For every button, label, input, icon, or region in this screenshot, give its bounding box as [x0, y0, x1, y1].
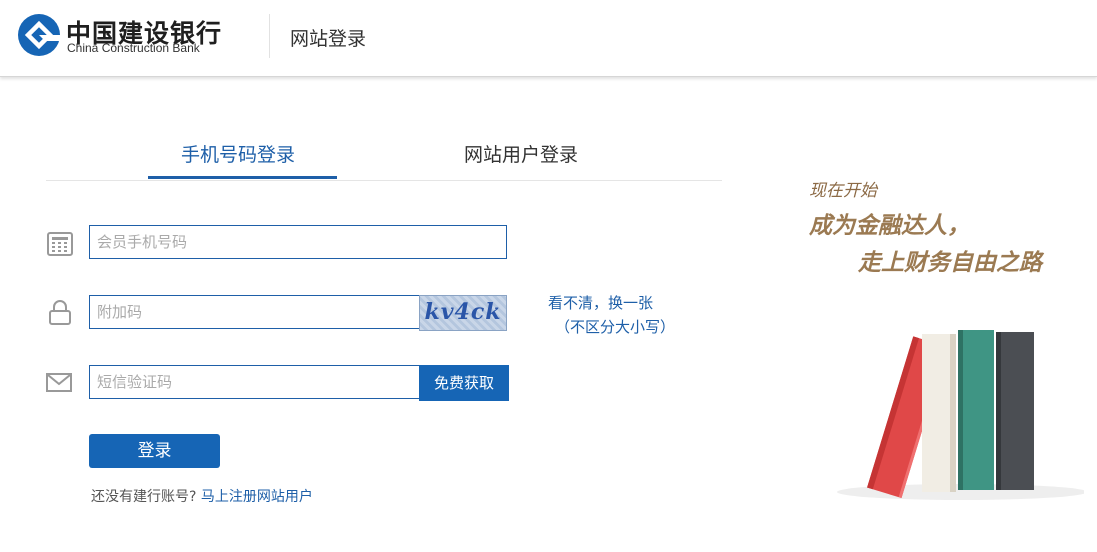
sms-code-input[interactable]	[89, 365, 420, 399]
tab-phone-login[interactable]: 手机号码登录	[181, 140, 295, 167]
bank-name-en: China Construction Bank	[67, 41, 200, 55]
header: 中国建设银行 China Construction Bank 网站登录	[0, 0, 1097, 77]
captcha-refresh-link[interactable]: 看不清，换一张	[548, 292, 653, 313]
ccb-logo-icon[interactable]	[18, 14, 60, 56]
captcha-input[interactable]	[89, 295, 420, 329]
promo-line-2: 成为金融达人，	[809, 213, 970, 239]
lock-icon	[49, 300, 71, 325]
promo-line-1: 现在开始	[809, 181, 877, 201]
register-row: 还没有建行账号? 马上注册网站用户	[91, 486, 313, 506]
captcha-image[interactable]: kv4ck	[419, 295, 507, 331]
login-tabs: 手机号码登录 网站用户登录	[46, 130, 722, 181]
phone-number-input[interactable]	[89, 225, 507, 259]
get-sms-code-button[interactable]: 免费获取	[419, 365, 509, 401]
promo-line-3: 走上财务自由之路	[858, 250, 1042, 276]
mail-icon	[46, 373, 72, 392]
page-title: 网站登录	[290, 28, 367, 50]
books-illustration	[837, 330, 1084, 500]
phone-keypad-icon	[47, 232, 73, 256]
tab-web-user-login[interactable]: 网站用户登录	[464, 140, 578, 167]
register-question: 还没有建行账号?	[91, 489, 197, 505]
active-tab-indicator	[148, 176, 337, 179]
header-divider	[269, 14, 270, 58]
captcha-case-hint: （不区分大小写）	[555, 318, 676, 336]
register-link[interactable]: 马上注册网站用户	[201, 489, 313, 505]
login-button[interactable]: 登录	[89, 434, 220, 468]
